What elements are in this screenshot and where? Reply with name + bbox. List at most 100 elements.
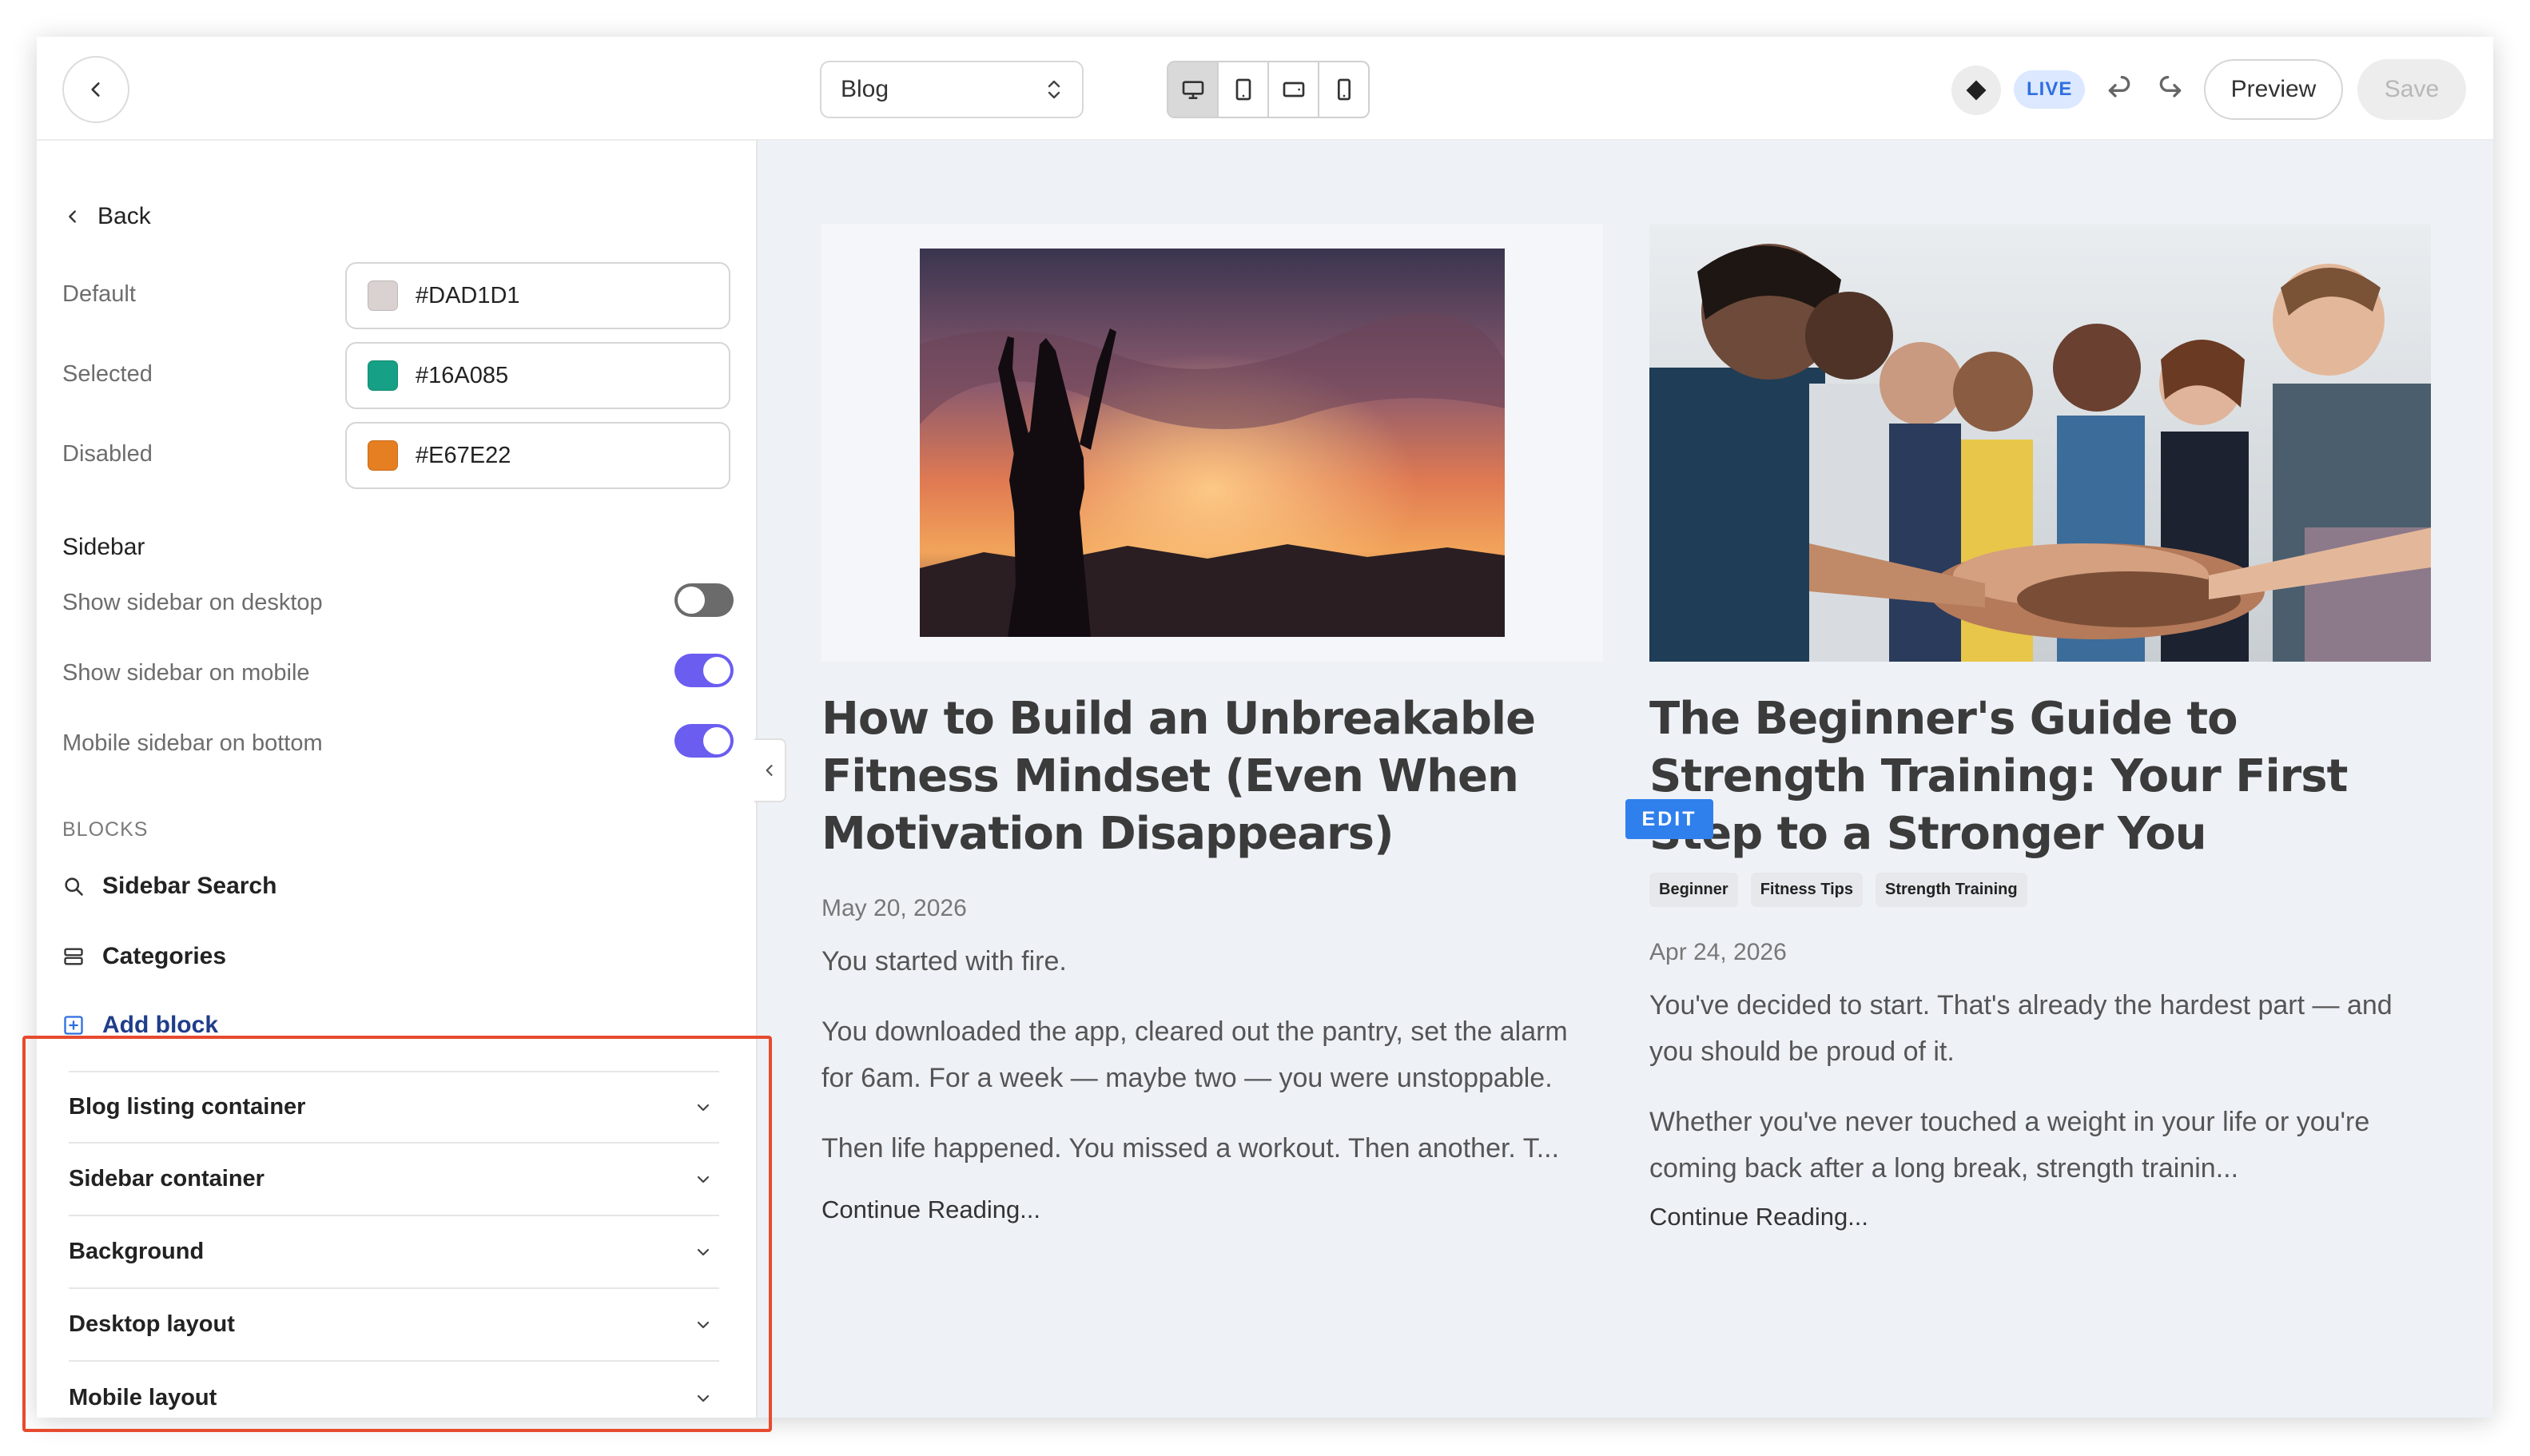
- excerpt-paragraph: Then life happened. You missed a workout…: [821, 1133, 1560, 1164]
- live-badge: LIVE: [2014, 70, 2086, 109]
- accordion-label: Desktop layout: [69, 1311, 235, 1337]
- back-link[interactable]: Back: [64, 203, 151, 230]
- excerpt-paragraph: You've decided to start. That's already …: [1649, 990, 2393, 1067]
- desktop-icon: [1182, 81, 1203, 99]
- accordion-blog-listing-container[interactable]: Blog listing container: [69, 1071, 719, 1144]
- undo-icon[interactable]: [2103, 72, 2135, 104]
- continue-reading-link[interactable]: Continue Reading...: [1649, 1203, 2431, 1231]
- post-excerpt: You've decided to start. That's already …: [1649, 982, 2431, 1191]
- toggle-row-desktop: Show sidebar on desktop: [62, 583, 734, 623]
- preview-canvas: How to Build an Unbreakable Fitness Mind…: [758, 141, 2493, 1418]
- page-select[interactable]: Blog: [820, 61, 1084, 118]
- tag-badge[interactable]: Fitness Tips: [1750, 873, 1864, 907]
- continue-reading-link[interactable]: Continue Reading...: [821, 1195, 1603, 1224]
- chevron-down-icon: [697, 1321, 710, 1328]
- tablet-landscape-icon: [1283, 82, 1304, 97]
- redo-icon[interactable]: [2154, 72, 2186, 104]
- mobile-icon: [1337, 78, 1351, 101]
- block-label: Categories: [102, 943, 227, 969]
- toggle-row-mobile: Show sidebar on mobile: [62, 654, 734, 694]
- edit-badge[interactable]: EDIT: [1625, 799, 1713, 839]
- color-value: #16A085: [416, 362, 509, 388]
- blog-post-card[interactable]: The Beginner's Guide to Strength Trainin…: [1649, 224, 2431, 1231]
- color-value: #DAD1D1: [416, 282, 520, 308]
- post-title[interactable]: The Beginner's Guide to Strength Trainin…: [1649, 690, 2431, 863]
- blog-post-card[interactable]: How to Build an Unbreakable Fitness Mind…: [821, 224, 1603, 1224]
- mobile-sidebar-bottom-toggle[interactable]: [674, 724, 734, 758]
- exit-editor-button[interactable]: [62, 56, 129, 123]
- show-sidebar-mobile-toggle[interactable]: [674, 654, 734, 687]
- chevron-left-icon: [69, 210, 76, 223]
- chevron-left-icon: [91, 82, 100, 97]
- post-title[interactable]: How to Build an Unbreakable Fitness Mind…: [821, 690, 1603, 863]
- post-date: Apr 24, 2026: [1649, 939, 1787, 965]
- toggle-row-bottom: Mobile sidebar on bottom: [62, 724, 734, 764]
- settings-accordion: Blog listing container Sidebar container…: [69, 1071, 719, 1418]
- team-hands-image: [1649, 224, 2431, 662]
- add-block-button[interactable]: Add block: [62, 1012, 218, 1039]
- plus-square-icon: [64, 1016, 83, 1035]
- chevron-down-icon: [697, 1176, 710, 1183]
- tag-badge[interactable]: Beginner: [1649, 873, 1738, 907]
- accordion-label: Sidebar container: [69, 1166, 265, 1191]
- excerpt-paragraph: You downloaded the app, cleared out the …: [821, 1016, 1568, 1093]
- color-swatch[interactable]: [368, 440, 398, 471]
- blocks-heading: BLOCKS: [62, 818, 149, 841]
- add-block-label: Add block: [102, 1012, 219, 1038]
- diamond-icon[interactable]: [1951, 66, 2001, 115]
- sidebar-section-title: Sidebar: [62, 534, 145, 560]
- color-label: Disabled: [62, 441, 153, 467]
- preview-button[interactable]: Preview: [2204, 59, 2343, 120]
- tag-badge[interactable]: Strength Training: [1876, 873, 2027, 907]
- color-value: #E67E22: [416, 442, 511, 468]
- chevron-down-icon: [697, 1104, 710, 1111]
- block-label: Sidebar Search: [102, 873, 277, 899]
- accordion-background[interactable]: Background: [69, 1216, 719, 1289]
- settings-panel: Back Default #DAD1D1 Selected #16A085 Di…: [37, 141, 756, 1418]
- tablet-view-button[interactable]: [1219, 62, 1269, 117]
- chevron-down-icon: [697, 1248, 710, 1255]
- chevron-up-down-icon: [1048, 80, 1060, 99]
- tablet-landscape-view-button[interactable]: [1269, 62, 1319, 117]
- excerpt-paragraph: You started with fire.: [821, 946, 1067, 977]
- excerpt-paragraph: Whether you've never touched a weight in…: [1649, 1107, 2370, 1183]
- mobile-view-button[interactable]: [1319, 62, 1368, 117]
- show-sidebar-desktop-toggle[interactable]: [674, 583, 734, 617]
- toggle-label: Show sidebar on desktop: [62, 590, 323, 615]
- color-swatch[interactable]: [368, 280, 398, 311]
- toggle-label: Mobile sidebar on bottom: [62, 730, 323, 756]
- color-row-disabled: Disabled #E67E22: [62, 422, 734, 489]
- color-swatch[interactable]: [368, 360, 398, 391]
- sunset-silhouette-image: [920, 249, 1505, 637]
- post-image-frame: [1649, 224, 2431, 662]
- color-label: Selected: [62, 361, 153, 387]
- color-row-default: Default #DAD1D1: [62, 262, 734, 329]
- page-select-value: Blog: [841, 76, 889, 102]
- post-excerpt: You started with fire. You downloaded th…: [821, 938, 1603, 1172]
- desktop-view-button[interactable]: [1168, 62, 1219, 117]
- accordion-sidebar-container[interactable]: Sidebar container: [69, 1144, 719, 1216]
- collapse-panel-button[interactable]: [754, 738, 786, 802]
- top-bar: Blog LIVE Preview Save: [37, 37, 2493, 141]
- post-image-frame: [821, 224, 1603, 662]
- block-sidebar-search[interactable]: Sidebar Search: [62, 873, 276, 900]
- accordion-label: Mobile layout: [69, 1385, 217, 1410]
- accordion-mobile-layout[interactable]: Mobile layout: [69, 1362, 719, 1418]
- back-label: Back: [97, 203, 151, 229]
- save-button[interactable]: Save: [2357, 59, 2466, 120]
- color-row-selected: Selected #16A085: [62, 342, 734, 409]
- post-tags: Beginner Fitness Tips Strength Training: [1649, 873, 2431, 907]
- color-field-disabled[interactable]: #E67E22: [345, 422, 730, 489]
- toggle-label: Show sidebar on mobile: [62, 660, 310, 686]
- device-switcher: [1167, 61, 1370, 118]
- accordion-label: Blog listing container: [69, 1094, 306, 1120]
- color-field-default[interactable]: #DAD1D1: [345, 262, 730, 329]
- color-field-selected[interactable]: #16A085: [345, 342, 730, 409]
- post-date: May 20, 2026: [821, 895, 967, 921]
- accordion-desktop-layout[interactable]: Desktop layout: [69, 1289, 719, 1362]
- block-categories[interactable]: Categories: [62, 943, 226, 970]
- accordion-label: Background: [69, 1239, 205, 1264]
- search-icon: [65, 877, 83, 896]
- chevron-left-icon: [766, 765, 773, 776]
- categories-icon: [64, 948, 83, 965]
